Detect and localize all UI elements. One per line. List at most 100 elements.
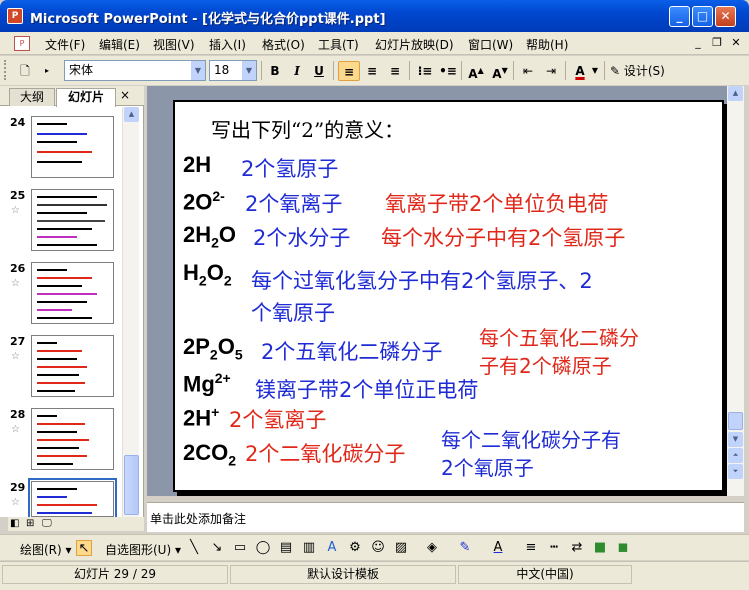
scroll-up-icon[interactable]: ▲ (728, 86, 743, 101)
doc-minimize-button[interactable]: _ (690, 36, 706, 51)
meaning-blue[interactable]: 2个五氧化二磷分子 (261, 336, 442, 366)
meaning-blue[interactable]: 每个过氧化氢分子中有2个氢原子、2 (251, 265, 593, 295)
meaning-blue-cont[interactable]: 2个氧原子 (441, 452, 534, 481)
menu-view[interactable]: 视图(V) (153, 36, 195, 53)
arrow-icon[interactable]: ↘ (209, 540, 225, 556)
diagram-icon[interactable]: ⚙ (347, 540, 363, 556)
slide-thumbnail[interactable] (31, 408, 114, 470)
formula-mg2+[interactable]: Mg2+ (183, 370, 231, 397)
font-size-combo[interactable]: 18 ▼ (209, 60, 257, 81)
dash-style-icon[interactable]: ┅ (546, 540, 562, 556)
tab-slides[interactable]: 幻灯片 (56, 88, 116, 107)
formula-2h[interactable]: 2H (183, 152, 211, 178)
new-document-icon[interactable]: 🗋 (14, 61, 36, 81)
wordart-icon[interactable]: A (324, 540, 340, 556)
menu-edit[interactable]: 编辑(E) (99, 36, 140, 53)
textbox-icon[interactable]: ▤ (278, 540, 294, 556)
formula-2o2-[interactable]: 2O2- (183, 188, 225, 215)
menu-file[interactable]: 文件(F) (45, 36, 85, 53)
bullets-icon[interactable]: •≡ (437, 61, 459, 81)
menu-format[interactable]: 格式(O) (262, 36, 305, 53)
formula-2h+[interactable]: 2H+ (183, 404, 219, 431)
toolbar-grip[interactable] (4, 60, 7, 80)
clipart-icon[interactable]: ☺ (370, 540, 386, 556)
meaning-blue-cont[interactable]: 个氧原子 (251, 297, 335, 327)
menu-insert[interactable]: 插入(I) (209, 36, 246, 53)
meaning-red[interactable]: 每个水分子中有2个氢原子 (381, 222, 625, 252)
toolbar-options-icon[interactable]: ▸ (36, 61, 58, 81)
slide-thumbnail-row[interactable]: 25 ☆ (0, 189, 122, 255)
document-icon[interactable]: P (14, 36, 30, 51)
meaning-red[interactable]: 氧离子带2个单位负电荷 (385, 188, 608, 218)
increase-indent-icon[interactable]: ⇥ (540, 61, 562, 81)
formula-2co2[interactable]: 2CO2 (183, 440, 236, 468)
slide-scrollbar[interactable]: ▲ ▼ ⏶ ⏷ (727, 86, 744, 496)
normal-view-icon[interactable]: ◧ (10, 518, 19, 529)
fill-color-icon[interactable]: ◈ (424, 540, 440, 556)
menu-tools[interactable]: 工具(T) (318, 36, 359, 53)
meaning-blue[interactable]: 2个氢原子 (241, 153, 338, 183)
next-slide-icon[interactable]: ⏷ (728, 464, 743, 479)
previous-slide-icon[interactable]: ⏶ (728, 448, 743, 463)
picture-icon[interactable]: ▨ (393, 540, 409, 556)
numbering-icon[interactable]: ⁝≡ (414, 61, 436, 81)
formula-2p2o5[interactable]: 2P2O5 (183, 334, 243, 362)
doc-close-button[interactable]: ✕ (728, 36, 744, 51)
line-color-icon[interactable]: ✎ (457, 540, 473, 556)
doc-restore-button[interactable]: ❐ (709, 36, 725, 51)
slide-thumbnail[interactable] (31, 262, 114, 324)
menu-help[interactable]: 帮助(H) (526, 36, 568, 53)
slide-thumbnail[interactable] (31, 116, 114, 178)
maximize-button[interactable]: □ (692, 6, 713, 27)
slide-thumbnail-row[interactable]: 27 ☆ (0, 335, 122, 401)
bold-button[interactable]: B (264, 61, 286, 81)
decrease-font-icon[interactable]: A▼ (489, 61, 511, 81)
notes-pane[interactable]: 单击此处添加备注 (147, 502, 744, 532)
close-button[interactable]: ✕ (715, 6, 736, 27)
align-center-button[interactable]: ≡ (361, 61, 383, 81)
align-right-button[interactable]: ≡ (384, 61, 406, 81)
slide-thumbnail-row[interactable]: 24 (0, 116, 122, 182)
arrow-style-icon[interactable]: ⇄ (569, 540, 585, 556)
formula-2h2o[interactable]: 2H2O (183, 222, 236, 250)
select-pointer-icon[interactable]: ↖ (76, 540, 92, 556)
close-icon[interactable]: × (120, 88, 130, 102)
chevron-down-icon[interactable]: ▼ (242, 61, 256, 80)
chevron-down-icon[interactable]: ▼ (589, 61, 601, 81)
slideshow-view-icon[interactable]: 🖵 (42, 518, 52, 529)
slide-thumbnail-row[interactable]: 26 ☆ (0, 262, 122, 328)
increase-font-icon[interactable]: A▲ (465, 61, 487, 81)
tab-outline[interactable]: 大纲 (9, 88, 55, 106)
formula-h2o2[interactable]: H2O2 (183, 260, 232, 288)
meaning-red[interactable]: 每个五氧化二磷分 (479, 322, 639, 351)
align-left-button[interactable]: ≡ (338, 61, 360, 81)
scrollbar-thumb[interactable] (728, 412, 743, 430)
minimize-button[interactable]: _ (669, 6, 690, 27)
slide-canvas[interactable]: 写出下列“2”的意义： 2H 2个氢原子 2O2- 2个氧离子 氧离子带2个单位… (173, 100, 724, 492)
slide-thumbnail-row[interactable]: 28 ☆ (0, 408, 122, 474)
underline-button[interactable]: U (308, 61, 330, 81)
slide-thumbnail[interactable] (31, 189, 114, 251)
decrease-indent-icon[interactable]: ⇤ (517, 61, 539, 81)
font-color-icon[interactable]: A (490, 540, 506, 556)
chevron-down-icon[interactable]: ▼ (191, 61, 205, 80)
slide-thumbnail[interactable] (28, 478, 117, 520)
meaning-red-cont[interactable]: 子有2个磷原子 (479, 350, 612, 379)
meaning-blue[interactable]: 2个水分子 (253, 222, 350, 252)
font-name-combo[interactable]: 宋体 ▼ (64, 60, 206, 81)
meaning-red[interactable]: 2个氢离子 (229, 404, 326, 434)
draw-menu-button[interactable]: 绘图(R) ▾ (20, 541, 72, 558)
autoshapes-button[interactable]: 自选图形(U) ▾ (105, 541, 181, 558)
meaning-red[interactable]: 2个二氧化碳分子 (245, 438, 405, 468)
slide-heading[interactable]: 写出下列“2”的意义： (211, 114, 404, 143)
rectangle-icon[interactable]: ▭ (232, 540, 248, 556)
line-icon[interactable]: ╲ (186, 540, 202, 556)
meaning-blue[interactable]: 镁离子带2个单位正电荷 (255, 374, 478, 404)
design-button[interactable]: ✎ 设计(S) (610, 62, 665, 79)
meaning-blue[interactable]: 2个氧离子 (245, 188, 342, 218)
italic-button[interactable]: I (286, 61, 308, 81)
slide-sorter-icon[interactable]: ⊞ (26, 518, 34, 529)
scrollbar-thumb[interactable] (124, 455, 139, 515)
scroll-up-icon[interactable]: ▲ (124, 107, 139, 122)
oval-icon[interactable]: ◯ (255, 540, 271, 556)
